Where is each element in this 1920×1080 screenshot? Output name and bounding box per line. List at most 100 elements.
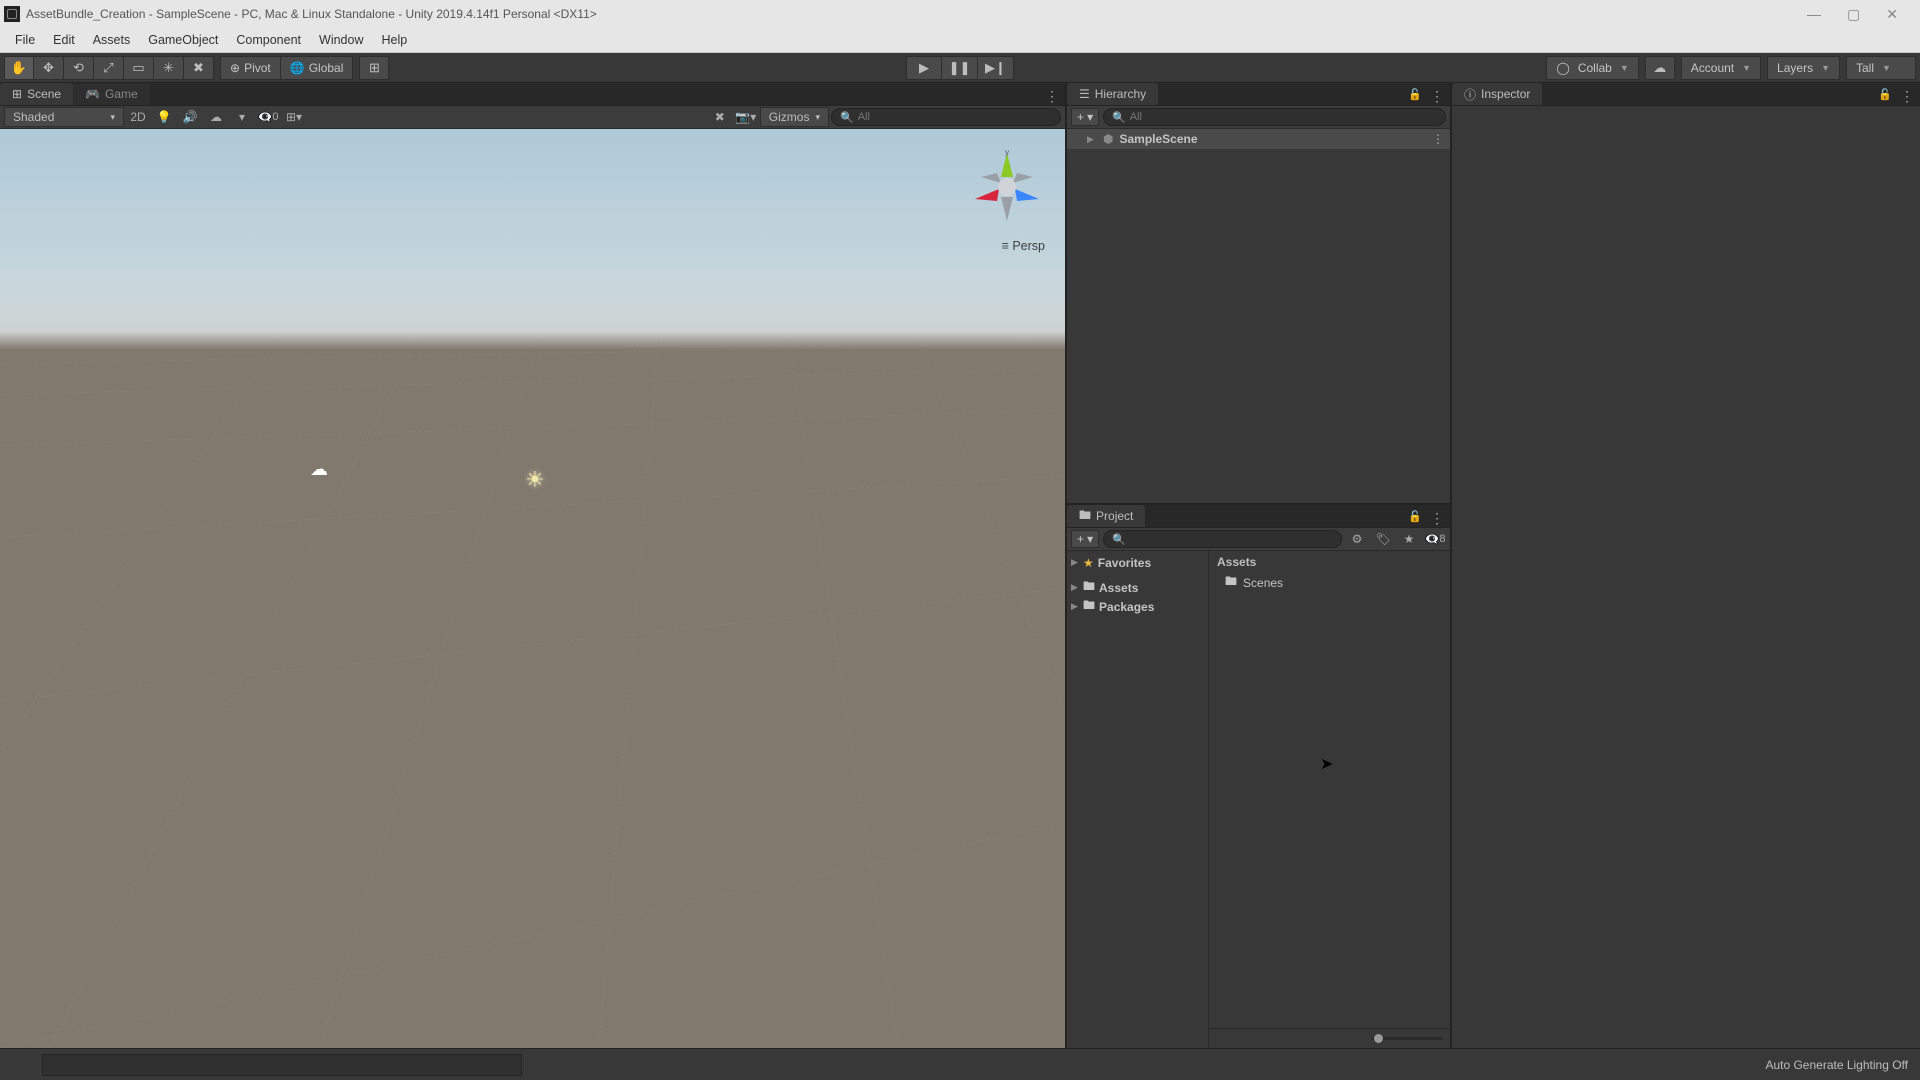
collab-dropdown[interactable]: ◯Collab▼ [1546, 56, 1638, 80]
project-search[interactable]: 🔍 [1103, 530, 1342, 548]
project-breadcrumb[interactable]: Assets [1209, 551, 1450, 573]
hierarchy-scene-row[interactable]: ▶ ⬢ SampleScene ⋮ [1067, 129, 1450, 149]
lock-icon[interactable]: 🔓 [1408, 510, 1422, 527]
play-button[interactable]: ▶ [906, 56, 942, 80]
grid-toggle-icon[interactable]: ⊞▾ [282, 107, 306, 127]
hierarchy-content[interactable]: ▶ ⬢ SampleScene ⋮ [1067, 129, 1450, 503]
asset-item-scenes[interactable]: 🖿Scenes [1215, 573, 1444, 592]
camera-gizmo-icon[interactable]: ☁ [310, 459, 328, 480]
custom-tool-button[interactable]: ✖ [184, 56, 214, 80]
hierarchy-menu-icon[interactable]: ⋮ [1430, 88, 1444, 105]
packages-row[interactable]: ▶🖿Packages [1067, 597, 1208, 616]
globe-icon: 🌐 [290, 61, 305, 75]
tab-project[interactable]: 🖿Project [1067, 505, 1145, 527]
svg-text:y: y [1005, 148, 1009, 157]
rect-tool-button[interactable]: ▭ [124, 56, 154, 80]
expand-icon[interactable]: ▶ [1087, 134, 1097, 145]
shading-mode-dropdown[interactable]: Shaded▾ [4, 107, 124, 127]
hierarchy-row-menu-icon[interactable]: ⋮ [1432, 132, 1450, 146]
hand-tool-button[interactable]: ✋ [4, 56, 34, 80]
tab-hierarchy[interactable]: ☰Hierarchy [1067, 83, 1158, 105]
step-button[interactable]: ▶❙ [978, 56, 1014, 80]
gizmos-dropdown[interactable]: Gizmos▾ [760, 107, 829, 127]
filter-by-type-icon[interactable]: ⚙ [1346, 530, 1368, 548]
minimize-button[interactable]: — [1807, 6, 1821, 23]
scene-grid [0, 129, 1065, 1048]
tab-scene[interactable]: ⊞Scene [0, 83, 73, 105]
search-icon: 🔍 [1112, 111, 1126, 124]
lighting-toggle-icon[interactable]: 💡 [152, 107, 176, 127]
tools-icon[interactable]: ✖ [708, 107, 732, 127]
lighting-status[interactable]: Auto Generate Lighting Off [1765, 1058, 1908, 1072]
inspector-icon: ⓘ [1464, 86, 1476, 103]
thumbnail-size-slider[interactable] [1209, 1028, 1450, 1048]
menu-gameobject[interactable]: GameObject [139, 29, 227, 51]
assets-row[interactable]: ▶🖿Assets [1067, 578, 1208, 597]
main-toolbar: ✋ ✥ ⟲ ⤢ ▭ ✳ ✖ ⊕Pivot 🌐Global ⊞ ▶ ❚❚ ▶❙ ◯… [0, 53, 1920, 83]
menu-component[interactable]: Component [227, 29, 310, 51]
scene-toolbar: Shaded▾ 2D 💡 🔊 ☁ ▾ 👁‍🗨0 ⊞▾ ✖ 📷▾ Gizmos▾ … [0, 106, 1065, 129]
orientation-gizmo[interactable]: y [967, 147, 1047, 227]
fx-dropdown-icon[interactable]: ▾ [230, 107, 254, 127]
cloud-button[interactable]: ☁ [1645, 56, 1675, 80]
folder-icon: 🖿 [1079, 506, 1091, 527]
project-tree[interactable]: ▶★Favorites ▶🖿Assets ▶🖿Packages [1067, 551, 1209, 1048]
tab-game[interactable]: 🎮Game [73, 83, 150, 105]
lock-icon[interactable]: 🔓 [1878, 88, 1892, 105]
search-icon: 🔍 [840, 111, 854, 124]
save-search-icon[interactable]: ★ [1398, 530, 1420, 548]
project-tabs: 🖿Project 🔓 ⋮ [1067, 505, 1450, 528]
transform-tool-button[interactable]: ✳ [154, 56, 184, 80]
filter-by-label-icon[interactable]: 🏷 [1372, 530, 1394, 548]
status-bar: Auto Generate Lighting Off [0, 1048, 1920, 1080]
maximize-button[interactable]: ▢ [1847, 6, 1860, 23]
favorites-row[interactable]: ▶★Favorites [1067, 553, 1208, 572]
account-dropdown[interactable]: Account▼ [1681, 56, 1761, 80]
tab-inspector[interactable]: ⓘInspector [1452, 83, 1542, 105]
project-menu-icon[interactable]: ⋮ [1430, 510, 1444, 527]
scale-tool-button[interactable]: ⤢ [94, 56, 124, 80]
menu-bar: File Edit Assets GameObject Component Wi… [0, 28, 1920, 53]
scene-tabs: ⊞Scene 🎮Game ⋮ [0, 83, 1065, 106]
light-gizmo-icon[interactable]: ☀ [525, 467, 545, 493]
audio-toggle-icon[interactable]: 🔊 [178, 107, 202, 127]
project-content[interactable]: Assets 🖿Scenes [1209, 551, 1450, 1048]
snap-toggle[interactable]: ⊞ [359, 56, 389, 80]
hidden-objects-icon[interactable]: 👁‍🗨0 [256, 107, 280, 127]
inspector-content [1452, 106, 1920, 1048]
projection-label[interactable]: ≡ Persp [1002, 239, 1045, 253]
scene-viewport[interactable]: ☁ ☀ y ≡ Persp [0, 129, 1065, 1048]
project-add-button[interactable]: + ▾ [1071, 530, 1099, 548]
close-button[interactable]: ✕ [1886, 6, 1898, 23]
scene-tabs-menu-icon[interactable]: ⋮ [1045, 88, 1059, 105]
unity-scene-icon: ⬢ [1103, 132, 1113, 146]
hidden-packages-icon[interactable]: 👁‍🗨8 [1424, 530, 1446, 548]
hierarchy-icon: ☰ [1079, 87, 1090, 101]
hierarchy-add-button[interactable]: + ▾ [1071, 108, 1099, 126]
hierarchy-toolbar: + ▾ 🔍All [1067, 106, 1450, 129]
rotate-tool-button[interactable]: ⟲ [64, 56, 94, 80]
console-preview[interactable] [42, 1054, 522, 1076]
folder-icon: 🖿 [1083, 577, 1095, 598]
scene-search[interactable]: 🔍All [831, 108, 1061, 126]
menu-assets[interactable]: Assets [84, 29, 140, 51]
menu-window[interactable]: Window [310, 29, 372, 51]
camera-settings-icon[interactable]: 📷▾ [734, 107, 758, 127]
global-toggle[interactable]: 🌐Global [281, 56, 354, 80]
menu-help[interactable]: Help [372, 29, 416, 51]
2d-toggle[interactable]: 2D [126, 107, 150, 127]
star-icon: ★ [1083, 556, 1094, 570]
unity-logo-icon [4, 6, 20, 22]
move-tool-button[interactable]: ✥ [34, 56, 64, 80]
menu-file[interactable]: File [6, 29, 44, 51]
project-toolbar: + ▾ 🔍 ⚙ 🏷 ★ 👁‍🗨8 [1067, 528, 1450, 551]
menu-edit[interactable]: Edit [44, 29, 84, 51]
lock-icon[interactable]: 🔓 [1408, 88, 1422, 105]
layers-dropdown[interactable]: Layers▼ [1767, 56, 1840, 80]
pause-button[interactable]: ❚❚ [942, 56, 978, 80]
inspector-menu-icon[interactable]: ⋮ [1900, 88, 1914, 105]
pivot-toggle[interactable]: ⊕Pivot [220, 56, 281, 80]
hierarchy-search[interactable]: 🔍All [1103, 108, 1446, 126]
fx-toggle-icon[interactable]: ☁ [204, 107, 228, 127]
layout-dropdown[interactable]: Tall▼ [1846, 56, 1916, 80]
